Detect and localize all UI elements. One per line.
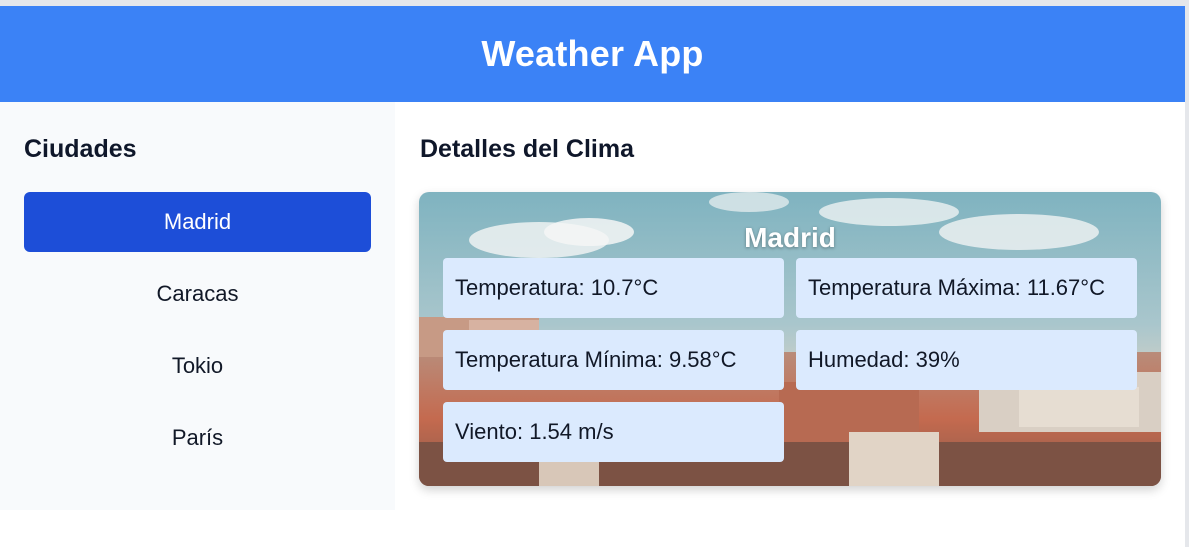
temp-max-stat: Temperatura Máxima: 11.67°C [796,258,1137,318]
wind-stat: Viento: 1.54 m/s [443,402,784,462]
scrollbar-track[interactable] [1185,0,1189,547]
city-item-madrid[interactable]: Madrid [24,192,371,252]
city-item-tokio[interactable]: Tokio [24,336,371,396]
sidebar-title: Ciudades [24,135,137,163]
city-list: Madrid Caracas Tokio París [24,192,371,480]
app-header: Weather App [0,6,1185,102]
humidity-stat: Humedad: 39% [796,330,1137,390]
city-item-paris[interactable]: París [24,408,371,468]
temp-min-stat: Temperatura Mínima: 9.58°C [443,330,784,390]
city-sidebar: Ciudades Madrid Caracas Tokio París [0,102,395,510]
city-item-caracas[interactable]: Caracas [24,264,371,324]
card-city-name: Madrid [744,222,836,253]
weather-card: Madrid Temperatura: 10.7°C Temperatura M… [419,192,1161,486]
app-title: Weather App [481,33,704,74]
temperature-stat: Temperatura: 10.7°C [443,258,784,318]
details-title: Detalles del Clima [420,135,634,163]
